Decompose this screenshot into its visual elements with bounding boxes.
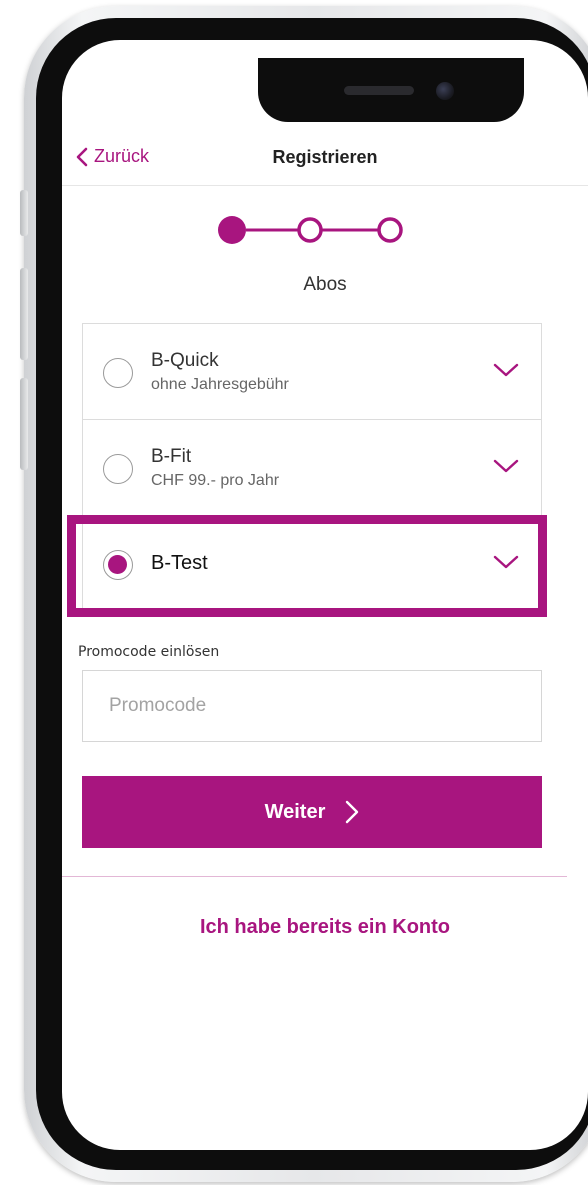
chevron-right-icon — [346, 800, 359, 824]
step-1-indicator — [218, 216, 246, 244]
subscription-name: B-Quick — [151, 350, 219, 371]
notch — [258, 58, 524, 122]
chevron-down-icon[interactable] — [493, 362, 519, 378]
radio-button-selected[interactable] — [103, 550, 133, 580]
volume-down-button — [20, 378, 28, 470]
subscription-option-b-fit[interactable]: B-Fit CHF 99.- pro Jahr — [82, 419, 542, 515]
chevron-down-icon[interactable] — [493, 458, 519, 474]
existing-account-link[interactable]: Ich habe bereits ein Konto — [62, 916, 588, 939]
navigation-bar: Zurück Registrieren — [62, 126, 588, 186]
subscription-name: B-Test — [151, 552, 208, 574]
step-3-indicator — [377, 217, 403, 243]
subscription-subtitle: ohne Jahresgebühr — [151, 376, 289, 393]
speaker-grille — [344, 86, 414, 95]
divider — [62, 876, 567, 877]
silent-switch — [20, 190, 28, 236]
radio-button[interactable] — [103, 454, 133, 484]
subscription-option-b-test[interactable]: B-Test — [82, 515, 542, 611]
subscription-name: B-Fit — [151, 446, 192, 467]
page-title: Registrieren — [272, 147, 378, 167]
promo-code-input[interactable] — [82, 670, 542, 742]
subscription-subtitle: CHF 99.- pro Jahr — [151, 472, 280, 489]
next-button-label: Weiter — [264, 800, 326, 823]
subscription-option-b-quick[interactable]: B-Quick ohne Jahresgebühr — [82, 323, 542, 419]
subscription-list: B-Quick ohne Jahresgebühr B-Fit CHF 99.-… — [82, 323, 542, 611]
promo-label: Promocode einlösen — [78, 644, 220, 660]
progress-stepper — [218, 216, 403, 244]
radio-button[interactable] — [103, 358, 133, 388]
volume-up-button — [20, 268, 28, 360]
step-2-indicator — [297, 217, 323, 243]
next-button[interactable]: Weiter — [82, 776, 542, 848]
front-camera — [436, 82, 454, 100]
step-title: Abos — [303, 274, 347, 295]
chevron-down-icon[interactable] — [493, 554, 519, 570]
screen: Zurück Registrieren Abos B-Quick ohne Ja… — [62, 40, 588, 1150]
